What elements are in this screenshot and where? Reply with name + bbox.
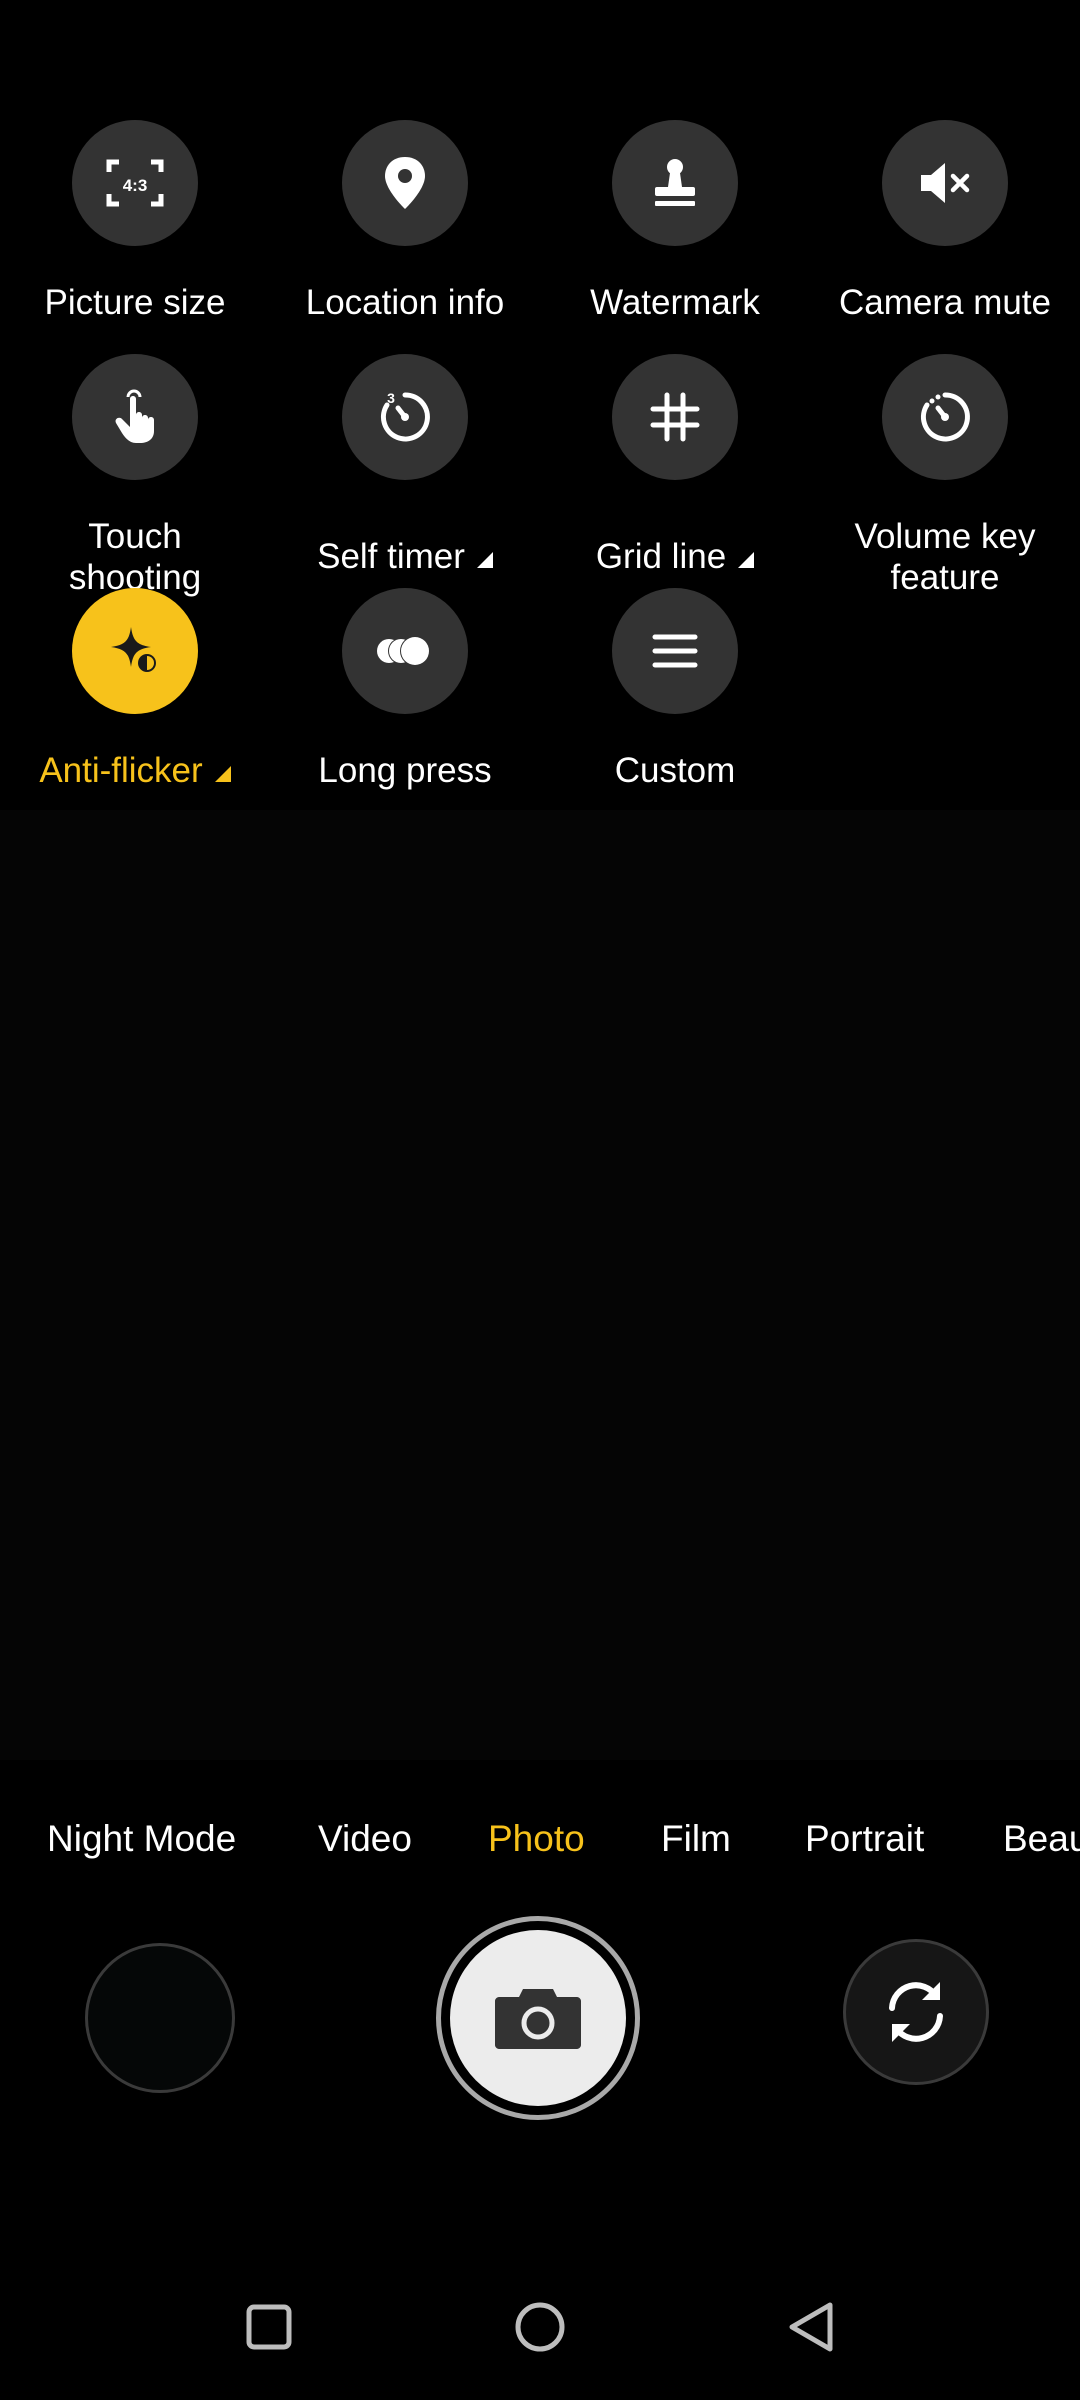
mode-portrait[interactable]: Portrait: [805, 1818, 924, 1860]
burst-circles-icon: [377, 636, 430, 666]
mode-film[interactable]: Film: [661, 1818, 731, 1860]
shutter-inner[interactable]: [450, 1930, 626, 2106]
svg-text:3: 3: [387, 390, 395, 406]
grid-line-label: Grid line: [540, 536, 810, 577]
mode-night[interactable]: Night Mode: [47, 1818, 236, 1860]
setting-volume-key-feature[interactable]: Volume key feature: [810, 354, 1080, 598]
self-timer-button[interactable]: 3: [342, 354, 468, 480]
setting-long-press[interactable]: Long press: [270, 588, 540, 791]
gallery-thumbnail[interactable]: [85, 1943, 235, 2093]
volume-key-feature-button[interactable]: [882, 354, 1008, 480]
watermark-button[interactable]: [612, 120, 738, 246]
mode-video[interactable]: Video: [318, 1818, 412, 1860]
long-press-button[interactable]: [342, 588, 468, 714]
touch-shooting-label: Touch shooting: [68, 517, 202, 597]
setting-grid-line[interactable]: Grid line: [540, 354, 810, 577]
volume-key-feature-label: Volume key feature: [854, 517, 1036, 597]
picture-size-button[interactable]: 4:3: [72, 120, 198, 246]
switch-camera-icon: [889, 1982, 943, 2042]
svg-text:4:3: 4:3: [123, 176, 148, 195]
dropdown-caret-icon: [476, 552, 493, 568]
camera-viewfinder[interactable]: [0, 810, 1080, 1760]
camera-mute-label: Camera mute: [838, 283, 1052, 322]
picture-size-label: Picture size: [44, 283, 226, 322]
self-timer-label: Self timer: [270, 536, 540, 577]
dropdown-caret-icon: [214, 766, 231, 782]
anti-flicker-button[interactable]: [72, 588, 198, 714]
sparkle-icon: [111, 627, 156, 672]
stamp-icon: [655, 159, 695, 206]
recents-button[interactable]: [224, 2282, 314, 2372]
camera-icon: [495, 1989, 581, 2049]
setting-anti-flicker[interactable]: Anti-flicker: [0, 588, 270, 791]
custom-button[interactable]: [612, 588, 738, 714]
menu-lines-icon: [652, 634, 698, 668]
volume-key-timer-icon: [920, 392, 970, 442]
shutter-button[interactable]: [436, 1916, 640, 2120]
system-navigation-bar: [0, 2260, 1080, 2400]
home-circle-icon: [515, 2302, 565, 2352]
grid-icon: [650, 392, 700, 442]
camera-mute-button[interactable]: [882, 120, 1008, 246]
touch-shooting-button[interactable]: [72, 354, 198, 480]
location-info-label: Location info: [305, 283, 505, 322]
setting-touch-shooting[interactable]: Touch shooting: [0, 354, 270, 598]
setting-picture-size[interactable]: 4:3 Picture size: [0, 120, 270, 323]
setting-custom[interactable]: Custom: [540, 588, 810, 791]
watermark-label: Watermark: [590, 283, 760, 322]
aspect-ratio-icon: 4:3: [106, 159, 164, 207]
location-pin-icon: [385, 157, 425, 209]
back-triangle-icon: [789, 2302, 833, 2352]
timer-icon: 3: [380, 390, 430, 442]
grid-line-button[interactable]: [612, 354, 738, 480]
mode-beauty[interactable]: Beau: [1003, 1818, 1080, 1860]
setting-self-timer[interactable]: 3 Self timer: [270, 354, 540, 577]
switch-camera-button[interactable]: [843, 1939, 989, 2085]
custom-label: Custom: [614, 751, 736, 790]
mode-photo[interactable]: Photo: [488, 1818, 585, 1860]
touch-hand-icon: [115, 389, 154, 443]
home-button[interactable]: [495, 2282, 585, 2372]
setting-watermark[interactable]: Watermark: [540, 120, 810, 323]
recents-square-icon: [246, 2304, 292, 2350]
setting-camera-mute[interactable]: Camera mute: [810, 120, 1080, 323]
location-info-button[interactable]: [342, 120, 468, 246]
back-button[interactable]: [766, 2282, 856, 2372]
long-press-label: Long press: [318, 751, 492, 790]
setting-location-info[interactable]: Location info: [270, 120, 540, 323]
anti-flicker-label: Anti-flicker: [0, 750, 270, 791]
speaker-mute-icon: [921, 163, 970, 203]
dropdown-caret-icon: [738, 552, 755, 568]
mode-selector[interactable]: Night Mode Video Photo Film Portrait Bea…: [0, 1818, 1080, 1872]
